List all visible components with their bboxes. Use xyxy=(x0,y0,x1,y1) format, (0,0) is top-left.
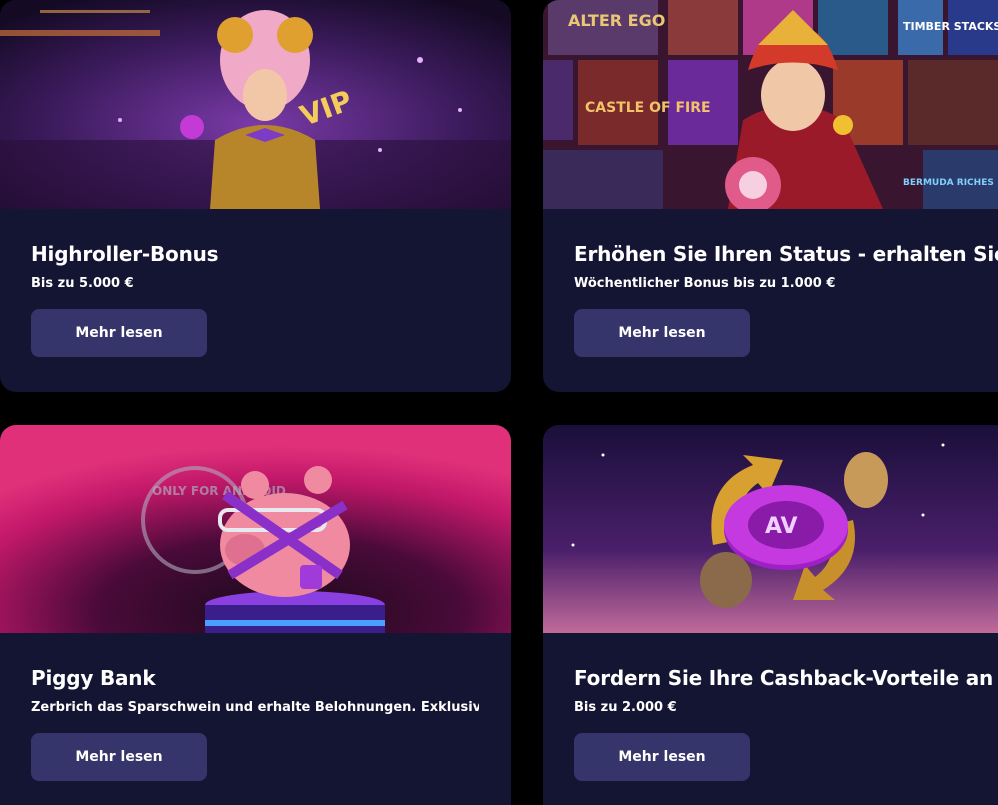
card-subtitle: Zerbrich das Sparschwein und erhalte Bel… xyxy=(31,700,479,715)
vip-girl-image: VIP xyxy=(0,0,511,209)
card-subtitle: Bis zu 5.000 € xyxy=(31,276,134,291)
read-more-button[interactable]: Mehr lesen xyxy=(574,309,750,357)
card-title: Fordern Sie Ihre Cashback-Vorteile an xyxy=(574,666,994,690)
read-more-button[interactable]: Mehr lesen xyxy=(574,733,750,781)
tile-bermuda: BERMUDA RICHES xyxy=(903,178,994,188)
promo-card-highroller: VIP Highroller-Bonus Bis zu 5.000 € Mehr… xyxy=(0,0,511,392)
card-title: Piggy Bank xyxy=(31,666,156,690)
read-more-button[interactable]: Mehr lesen xyxy=(31,733,207,781)
piggy-bank-image: ONLY FOR ANDROID xyxy=(0,425,511,633)
tile-alter-ego: ALTER EGO xyxy=(568,11,665,30)
tile-castle-of-fire: CASTLE OF FIRE xyxy=(585,100,711,116)
card-title: Erhöhen Sie Ihren Status - erhalten Sie … xyxy=(574,242,998,266)
card-subtitle: Wöchentlicher Bonus bis zu 1.000 € xyxy=(574,276,836,291)
card-subtitle: Bis zu 2.000 € xyxy=(574,700,677,715)
card-title: Highroller-Bonus xyxy=(31,242,219,266)
promo-card-piggy-bank: ONLY FOR ANDROID Piggy Bank Zerbrich das… xyxy=(0,425,511,805)
promo-card-status: ALTER EGO TIMBER STACKS CASTLE OF FIRE B… xyxy=(543,0,998,392)
promo-card-cashback: AV Fordern Sie Ihre Cashback-Vorteile an… xyxy=(543,425,998,805)
read-more-button[interactable]: Mehr lesen xyxy=(31,309,207,357)
svg-text:AV: AV xyxy=(765,514,798,539)
jester-slots-image: ALTER EGO TIMBER STACKS CASTLE OF FIRE B… xyxy=(543,0,998,209)
cashback-chip-image: AV xyxy=(543,425,998,633)
tile-timber-stacks: TIMBER STACKS xyxy=(903,20,998,33)
